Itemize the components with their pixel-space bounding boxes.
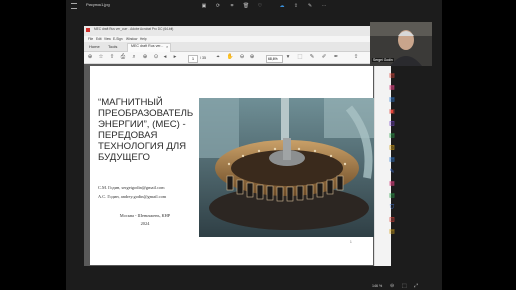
comment-tool-icon[interactable]: ▣: [388, 108, 396, 116]
combine-files-icon[interactable]: ▥: [388, 120, 396, 128]
tab-document[interactable]: МЕС draft Rus ver...: [131, 44, 163, 48]
next-page-icon[interactable]: ▸: [171, 54, 179, 61]
select-cursor-icon[interactable]: ⌖: [214, 54, 222, 61]
prev-page-icon[interactable]: ⊙: [152, 54, 160, 61]
shield-icon[interactable]: ⛉: [388, 204, 396, 212]
tab-tools[interactable]: Tools: [108, 44, 117, 49]
slide-year: 2024: [140, 221, 150, 226]
photos-icon[interactable]: ▣: [200, 2, 208, 10]
rotate-icon[interactable]: ⟳: [214, 2, 222, 10]
protect-icon[interactable]: ▤: [388, 156, 396, 164]
share-icon[interactable]: ⇪: [292, 2, 300, 10]
menu-esign[interactable]: E-Sign: [113, 37, 123, 41]
send-for-signature-icon[interactable]: ▦: [388, 180, 396, 188]
sign-icon[interactable]: ✒: [332, 54, 340, 61]
tab-home[interactable]: Home: [89, 44, 100, 49]
zoom-in-icon[interactable]: ⊕: [248, 54, 256, 61]
acrobat-logo-icon: [86, 28, 90, 32]
crop-icon[interactable]: ⌗: [228, 2, 236, 10]
highlight-icon[interactable]: ✐: [320, 54, 328, 61]
create-pdf-icon[interactable]: ▤: [388, 96, 396, 104]
zoom-out-icon[interactable]: ⊖: [390, 283, 394, 289]
machine-photo: [199, 98, 374, 237]
scan-ocr-icon[interactable]: ▤: [388, 192, 396, 200]
fullscreen-icon[interactable]: ⤢: [414, 283, 418, 289]
export-pdf-icon[interactable]: ▤: [388, 72, 396, 80]
prev-page-icon[interactable]: ◂: [161, 54, 169, 61]
page-total: / 35: [200, 56, 206, 60]
slide-title: “МАГНИТНЫЙ ПРЕОБРАЗОВАТЕЛЬ ЭНЕРГИИ”, (МЕ…: [98, 97, 194, 163]
redact-icon[interactable]: ▨: [388, 144, 396, 152]
menu-help[interactable]: Help: [140, 37, 147, 41]
cloud-icon[interactable]: ☁: [278, 2, 286, 10]
chevron-down-icon[interactable]: ▾: [284, 54, 292, 61]
comment-icon[interactable]: ✎: [308, 54, 316, 61]
organize-pages-icon[interactable]: ▤: [388, 132, 396, 140]
search-icon[interactable]: ⌕: [130, 54, 138, 61]
create-icon[interactable]: ⊕: [86, 54, 94, 61]
bookmark-icon[interactable]: ☆: [97, 54, 105, 61]
menu-edit[interactable]: Edit: [96, 37, 102, 41]
author-line: А.С. Годин, andrey.godin@gmail.com: [98, 194, 167, 199]
edit-pdf-icon[interactable]: ▦: [388, 84, 396, 92]
acrobat-title: МЕС draft Rus ver_curr - Adobe Acrobat P…: [94, 27, 174, 31]
fit-page-icon[interactable]: ⬚: [296, 54, 304, 61]
slide-city: Москва - Шеньчжень, КНР: [119, 213, 171, 218]
zoom-level: 146 %: [372, 284, 383, 288]
menu-window[interactable]: Window: [126, 37, 137, 41]
delete-icon[interactable]: 🗑: [242, 2, 250, 10]
edit-icon[interactable]: ✎: [306, 2, 314, 10]
zoom-in-icon[interactable]: ⊕: [141, 54, 149, 61]
zoom-level-input[interactable]: 68,6%: [266, 55, 283, 63]
fill-sign-icon[interactable]: ✎: [388, 168, 396, 176]
menu-icon[interactable]: [71, 3, 77, 9]
more-icon[interactable]: ⋯: [320, 2, 328, 10]
participant-name: Sergei Godin: [372, 58, 394, 62]
close-tab-icon[interactable]: ×: [166, 44, 168, 49]
menu-file[interactable]: File: [88, 37, 93, 41]
more-tools-icon[interactable]: ▤: [388, 228, 396, 236]
machine-illustration: [199, 98, 374, 237]
slide-page-number: 1: [350, 240, 352, 244]
hand-tool-icon[interactable]: ✋: [226, 54, 234, 61]
print-icon[interactable]: ⎙: [119, 54, 127, 61]
upload-icon[interactable]: ⇧: [108, 54, 116, 61]
favorite-icon[interactable]: ♡: [256, 2, 264, 10]
window-title: Рисунок1.jpg: [86, 2, 110, 7]
author-line: С.М. Годин, sergeigodin@gmail.com: [98, 185, 165, 190]
fit-window-icon[interactable]: ⬚: [402, 283, 407, 289]
print-production-icon[interactable]: ▥: [388, 216, 396, 224]
share-icon[interactable]: ⇪: [352, 54, 360, 61]
zoom-out-icon[interactable]: ⊖: [238, 54, 246, 61]
page-number-input[interactable]: 1: [188, 55, 198, 63]
menu-view[interactable]: View: [104, 37, 111, 41]
